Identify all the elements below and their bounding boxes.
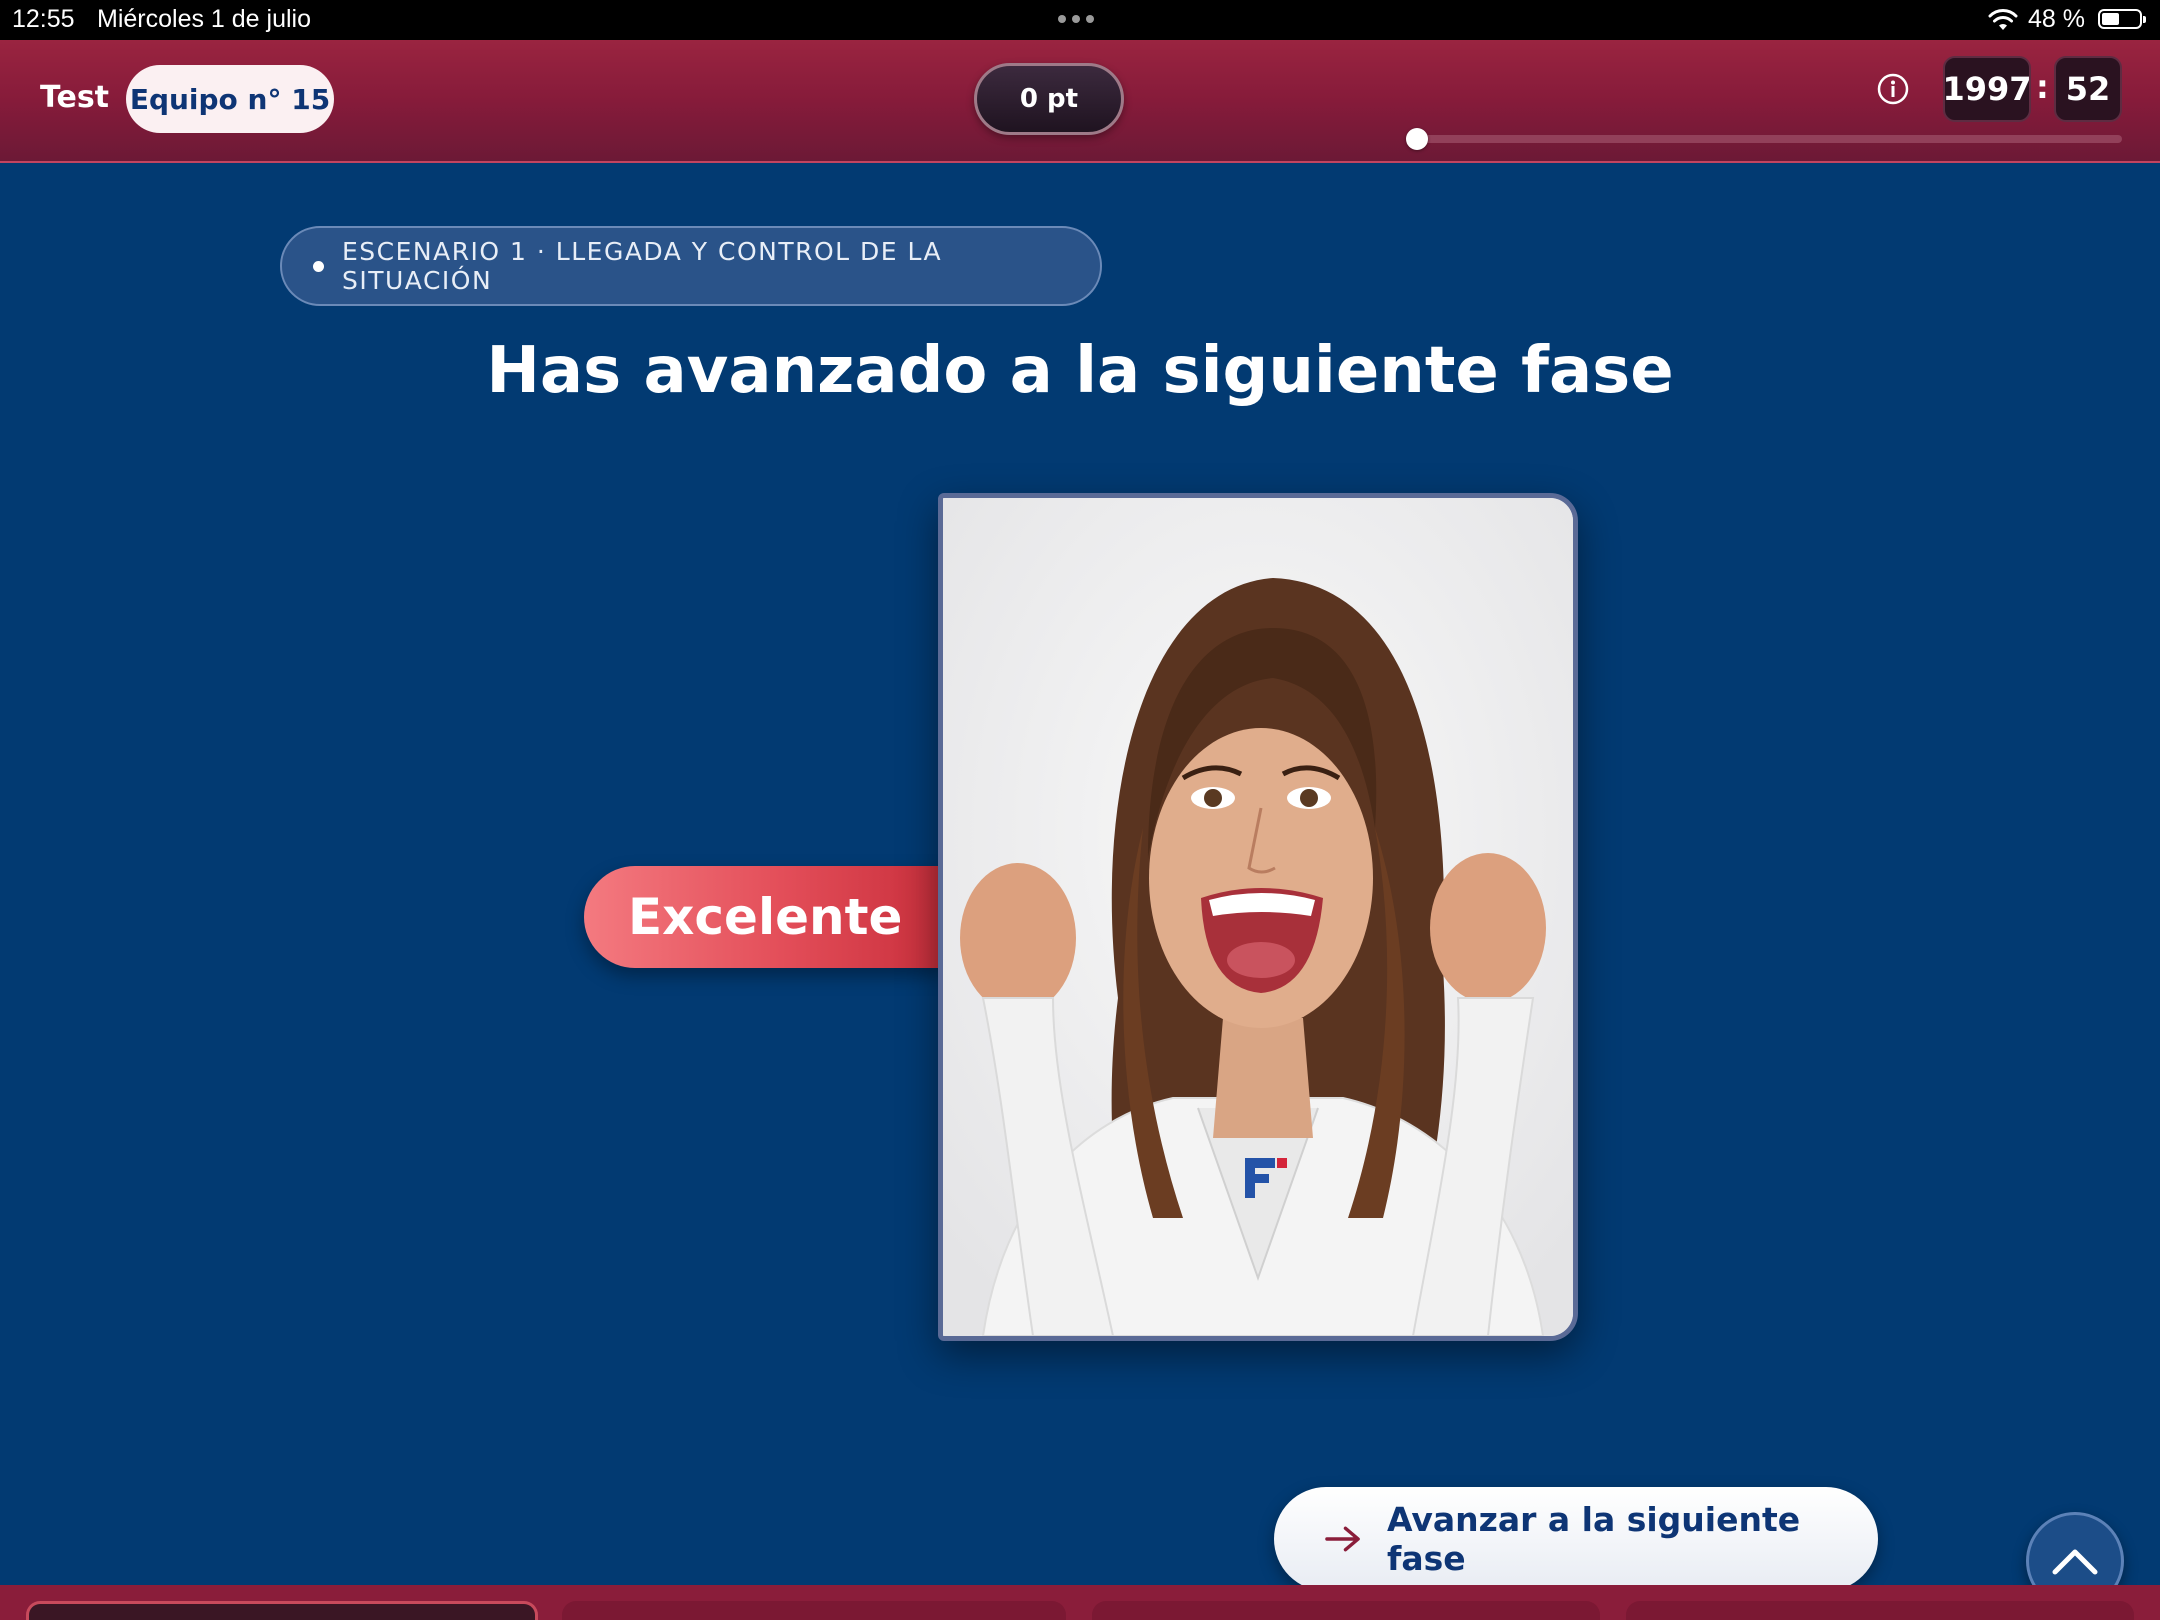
timer-seconds: 52 bbox=[2054, 56, 2122, 122]
rating-badge: Excelente bbox=[584, 866, 944, 968]
progress-bar bbox=[1418, 135, 2122, 143]
timer-separator: : bbox=[2036, 68, 2049, 106]
bullet-icon bbox=[313, 260, 324, 272]
status-date: Miércoles 1 de julio bbox=[97, 5, 311, 33]
progress-knob bbox=[1406, 128, 1428, 150]
chevron-up-icon bbox=[2052, 1549, 2098, 1575]
info-icon[interactable] bbox=[1876, 72, 1910, 106]
status-time: 12:55 bbox=[12, 5, 75, 33]
status-bar: 12:55 Miércoles 1 de julio 48 % bbox=[0, 0, 2160, 40]
celebrating-person-image bbox=[943, 498, 1573, 1336]
bottom-tab-bar bbox=[0, 1585, 2160, 1620]
app-header: Test Equipo n° 15 0 pt 1997 : 52 bbox=[0, 40, 2160, 163]
points-badge: 0 pt bbox=[974, 63, 1124, 135]
bottom-tab-4[interactable] bbox=[1626, 1601, 2134, 1620]
result-photo bbox=[938, 493, 1578, 1341]
timer-minutes: 1997 bbox=[1942, 56, 2032, 122]
scenario-badge: ESCENARIO 1 · LLEGADA Y CONTROL DE LA SI… bbox=[280, 226, 1102, 306]
advance-button-label: Avanzar a la siguiente fase bbox=[1387, 1500, 1801, 1578]
rating-label: Excelente bbox=[628, 888, 903, 946]
multitasking-dots-icon[interactable] bbox=[1058, 15, 1094, 23]
arrow-right-icon bbox=[1325, 1526, 1360, 1552]
mode-label: Test bbox=[40, 80, 110, 115]
bottom-tab-3[interactable] bbox=[1092, 1601, 1600, 1620]
scenario-label: ESCENARIO 1 · LLEGADA Y CONTROL DE LA SI… bbox=[341, 237, 943, 295]
team-badge[interactable]: Equipo n° 15 bbox=[126, 65, 334, 133]
page-title: Has avanzado a la siguiente fase bbox=[486, 334, 1674, 408]
battery-percentage: 48 % bbox=[2028, 5, 2085, 33]
battery-icon bbox=[2098, 9, 2146, 29]
wifi-icon bbox=[1988, 9, 2018, 30]
bottom-tab-2[interactable] bbox=[562, 1601, 1066, 1620]
battery-level-fill bbox=[2102, 13, 2119, 25]
bottom-tab-1[interactable] bbox=[26, 1601, 538, 1620]
advance-next-phase-button[interactable]: Avanzar a la siguiente fase bbox=[1274, 1487, 1878, 1591]
